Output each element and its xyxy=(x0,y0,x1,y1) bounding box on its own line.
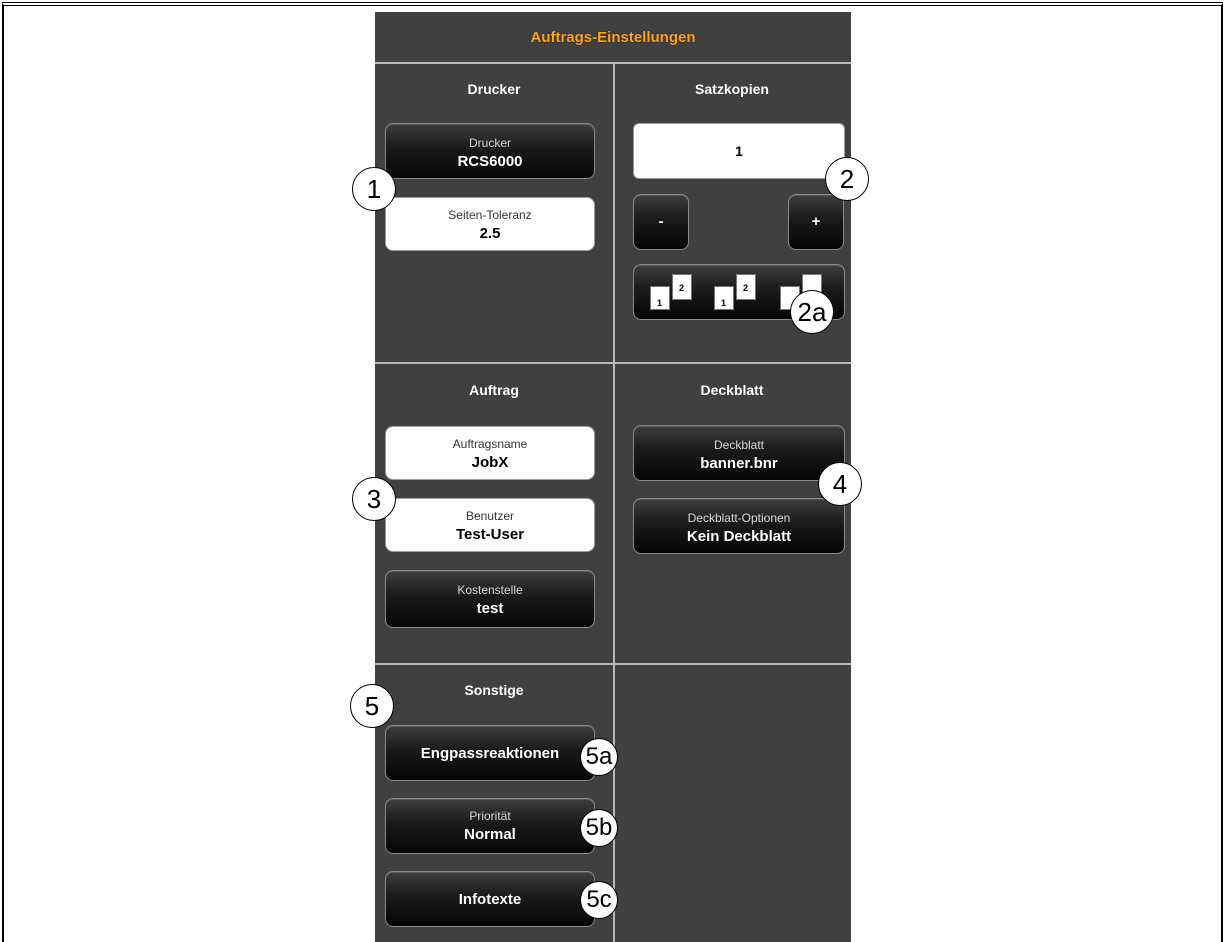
decrement-button[interactable]: - xyxy=(633,194,689,250)
collate-page-icon: 1 xyxy=(650,286,670,310)
job-name-label: Auftragsname xyxy=(452,437,528,451)
annotation-marker-5b: 5b xyxy=(580,809,618,847)
collate-page-icon: 2 xyxy=(672,274,692,300)
collate-page-icon: 1 xyxy=(714,286,734,310)
page-tolerance-value: 2.5 xyxy=(479,225,501,242)
user-field[interactable]: Benutzer Test-User xyxy=(385,498,595,552)
printer-label: Drucker xyxy=(468,136,511,150)
printer-button[interactable]: Drucker RCS6000 xyxy=(385,123,595,179)
cover-sheet-label: Deckblatt xyxy=(713,438,765,452)
copies-value: 1 xyxy=(735,143,743,159)
cover-sheet-options-button[interactable]: Deckblatt-Optionen Kein Deckblatt xyxy=(633,498,845,554)
priority-value: Normal xyxy=(464,826,516,843)
cost-center-value: test xyxy=(476,600,504,617)
page-tolerance-label: Seiten-Toleranz xyxy=(448,208,532,222)
section-title-sonstige: Sonstige xyxy=(464,682,524,698)
user-label: Benutzer xyxy=(465,509,515,523)
cover-sheet-options-value: Kein Deckblatt xyxy=(686,528,792,545)
annotation-marker-2a: 2a xyxy=(790,290,834,334)
annotation-marker-3: 3 xyxy=(352,477,396,521)
annotation-marker-5c: 5c xyxy=(580,881,618,919)
divider xyxy=(375,362,851,364)
info-texts-button[interactable]: Infotexte xyxy=(385,871,595,927)
section-title-satzkopien: Satzkopien xyxy=(695,81,769,97)
section-title-auftrag: Auftrag xyxy=(469,382,519,398)
cost-center-button[interactable]: Kostenstelle test xyxy=(385,570,595,628)
annotation-marker-5: 5 xyxy=(350,684,394,728)
cover-sheet-value: banner.bnr xyxy=(700,455,778,472)
panel-title: Auftrags-Einstellungen xyxy=(530,29,696,46)
collate-page-icon: 2 xyxy=(736,274,756,300)
annotation-marker-2: 2 xyxy=(825,157,869,201)
cost-center-label: Kostenstelle xyxy=(457,583,523,597)
job-name-value: JobX xyxy=(471,454,509,471)
copies-input[interactable]: 1 xyxy=(633,123,845,179)
minus-label: - xyxy=(658,213,664,230)
increment-button[interactable]: + xyxy=(788,194,844,250)
priority-button[interactable]: Priorität Normal xyxy=(385,798,595,854)
bottleneck-reactions-button[interactable]: Engpassreaktionen xyxy=(385,725,595,781)
cover-sheet-button[interactable]: Deckblatt banner.bnr xyxy=(633,425,845,481)
plus-label: + xyxy=(811,213,821,230)
annotation-marker-4: 4 xyxy=(818,462,862,506)
annotation-marker-5a: 5a xyxy=(580,738,618,776)
job-name-field[interactable]: Auftragsname JobX xyxy=(385,426,595,480)
priority-label: Priorität xyxy=(469,809,511,823)
section-title-drucker: Drucker xyxy=(467,81,521,97)
job-settings-panel: Auftrags-Einstellungen Drucker Drucker R… xyxy=(375,12,851,942)
annotation-marker-1: 1 xyxy=(352,167,396,211)
printer-value: RCS6000 xyxy=(457,153,523,170)
info-texts-label: Infotexte xyxy=(458,891,522,908)
page-tolerance-field[interactable]: Seiten-Toleranz 2.5 xyxy=(385,197,595,251)
cover-sheet-options-label: Deckblatt-Optionen xyxy=(687,511,791,525)
bottleneck-reactions-label: Engpassreaktionen xyxy=(420,745,560,762)
user-value: Test-User xyxy=(455,526,525,543)
section-title-deckblatt: Deckblatt xyxy=(700,382,764,398)
